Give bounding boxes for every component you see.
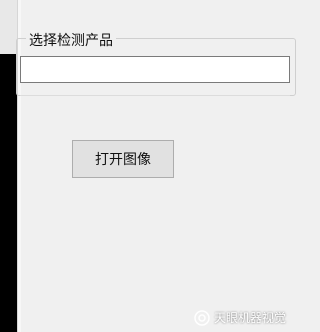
product-select[interactable]: [20, 56, 290, 83]
watermark-text: 天眼机器视觉: [214, 311, 287, 325]
open-image-button[interactable]: 打开图像: [72, 140, 174, 178]
watermark: 天眼机器视觉: [194, 309, 286, 326]
left-panel-top: [0, 0, 17, 54]
wechat-channel-icon: [194, 309, 210, 326]
group-title: 选择检测产品: [26, 32, 116, 50]
separator: [20, 95, 290, 96]
